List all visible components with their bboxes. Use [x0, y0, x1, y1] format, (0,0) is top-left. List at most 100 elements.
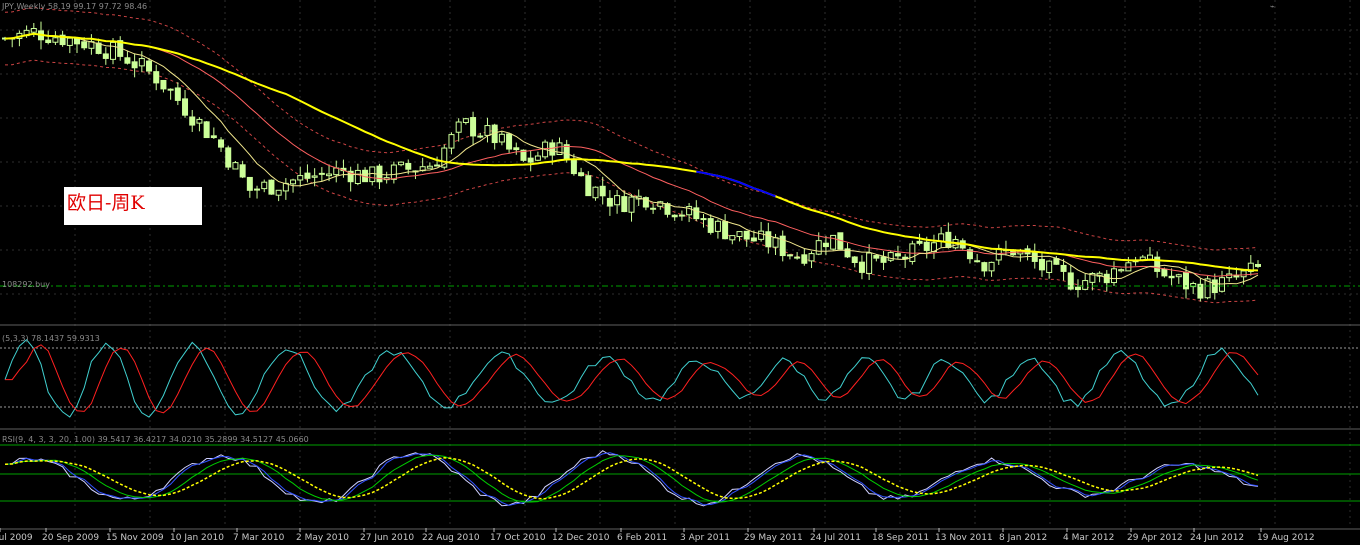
- candle-body: [448, 134, 455, 149]
- axis-label: 8 Jan 2012: [999, 533, 1047, 543]
- candle-body: [1038, 258, 1045, 271]
- candle-body: [246, 176, 253, 191]
- candle-body: [988, 261, 995, 272]
- candle-body: [945, 231, 952, 248]
- candle-body: [513, 147, 520, 151]
- candle-body: [254, 188, 261, 191]
- candle-body: [45, 39, 52, 43]
- candle-body: [887, 252, 894, 261]
- candle-body: [534, 155, 541, 161]
- candle-body: [858, 261, 865, 273]
- candle-body: [398, 161, 405, 166]
- candle-body: [138, 58, 145, 67]
- candle-body: [549, 142, 556, 156]
- candle-body: [470, 117, 477, 137]
- axis-label: 3 Apr 2011: [680, 533, 730, 543]
- axis-label: Jul 2009: [0, 533, 33, 543]
- chart-title-label: 欧日-周K: [64, 187, 202, 225]
- candle-body: [455, 121, 462, 133]
- candle-body: [981, 262, 988, 272]
- axis-label: 29 Apr 2012: [1127, 533, 1183, 543]
- candle-body: [866, 252, 873, 274]
- candle-body: [261, 181, 268, 190]
- candle-body: [599, 185, 606, 197]
- candle-body: [506, 133, 513, 150]
- ma-blue-segment: [696, 170, 776, 198]
- candle-body: [426, 165, 433, 169]
- moving-averages: [4, 32, 1259, 285]
- candle-body: [225, 147, 232, 168]
- indicator-lines: [4, 338, 1259, 507]
- time-axis: Jul 2009 20 Sep 2009 15 Nov 2009 10 Jan 201…: [0, 528, 1315, 543]
- candle-body: [189, 116, 196, 126]
- price-tag: 108292.buy: [2, 280, 50, 289]
- candle-body: [1146, 254, 1153, 260]
- candle-body: [830, 234, 837, 250]
- candle-body: [239, 164, 246, 178]
- main-header: JPY,Weekly 58.19 99.17 97.72 98.46: [1, 2, 147, 11]
- candle-body: [405, 162, 412, 170]
- candle-body: [232, 162, 239, 170]
- candle-body: [74, 38, 81, 45]
- candle-body: [678, 214, 685, 217]
- candle-body: [1118, 269, 1125, 272]
- candle-body: [621, 196, 628, 213]
- close-icon[interactable]: ⌁: [1270, 2, 1275, 11]
- candle-body: [880, 256, 887, 263]
- envelope-lines: [4, 6, 1259, 304]
- candle-body: [1161, 268, 1168, 277]
- candle-body: [815, 240, 822, 255]
- axis-label: 12 Dec 2010: [552, 533, 610, 543]
- candle-body: [369, 166, 376, 183]
- candle-body: [527, 157, 534, 163]
- axis-label: 22 Aug 2010: [422, 533, 480, 543]
- candle-body: [102, 53, 109, 59]
- candle-body: [196, 118, 203, 124]
- candle-body: [390, 164, 397, 180]
- axis-label: 27 Jun 2010: [360, 533, 414, 543]
- axis-label: 4 Mar 2012: [1063, 533, 1114, 543]
- candle-body: [1067, 272, 1074, 290]
- candle-body: [736, 231, 743, 238]
- candle-body: [131, 61, 138, 69]
- candle-body: [182, 98, 189, 116]
- candle-body: [304, 172, 311, 179]
- candle-body: [1168, 275, 1175, 279]
- candle-body: [124, 57, 131, 64]
- candle-body: [664, 203, 671, 215]
- candle-body: [1060, 264, 1067, 272]
- candle-body: [146, 60, 153, 72]
- ma-slow-line: [4, 32, 1259, 272]
- rsi-green-line: [4, 454, 1259, 503]
- candle-body: [585, 175, 592, 197]
- axis-label: 6 Feb 2011: [617, 533, 667, 543]
- candle-body: [974, 260, 981, 263]
- candle-body: [916, 240, 923, 244]
- ma-red-line: [4, 33, 1259, 277]
- candle-body: [765, 231, 772, 248]
- candle-body: [268, 179, 275, 195]
- candle-body: [693, 207, 700, 220]
- candle-body: [153, 71, 160, 84]
- candle-body: [462, 118, 469, 123]
- candle-body: [671, 214, 678, 218]
- candle-body: [1255, 263, 1261, 267]
- rsi-blue-line: [4, 452, 1259, 506]
- candle-body: [714, 220, 721, 232]
- candle-body: [81, 41, 88, 49]
- axis-label: 29 May 2011: [744, 533, 803, 543]
- candle-body: [707, 218, 714, 233]
- ma-fast-line: [4, 33, 1259, 285]
- candle-body: [203, 121, 210, 139]
- candle-body: [1110, 268, 1117, 284]
- candle-body: [66, 37, 73, 46]
- candle-body: [894, 253, 901, 257]
- candle-body: [290, 179, 297, 185]
- candle-body: [218, 139, 225, 148]
- candle-body: [650, 207, 657, 210]
- rsi-header: RSI(9, 4, 3, 3, 20, 1.00) 39.5417 36.421…: [2, 435, 309, 444]
- candle-body: [1046, 260, 1053, 273]
- candle-body: [722, 221, 729, 240]
- candle-body: [750, 237, 757, 242]
- candle-body: [434, 164, 441, 167]
